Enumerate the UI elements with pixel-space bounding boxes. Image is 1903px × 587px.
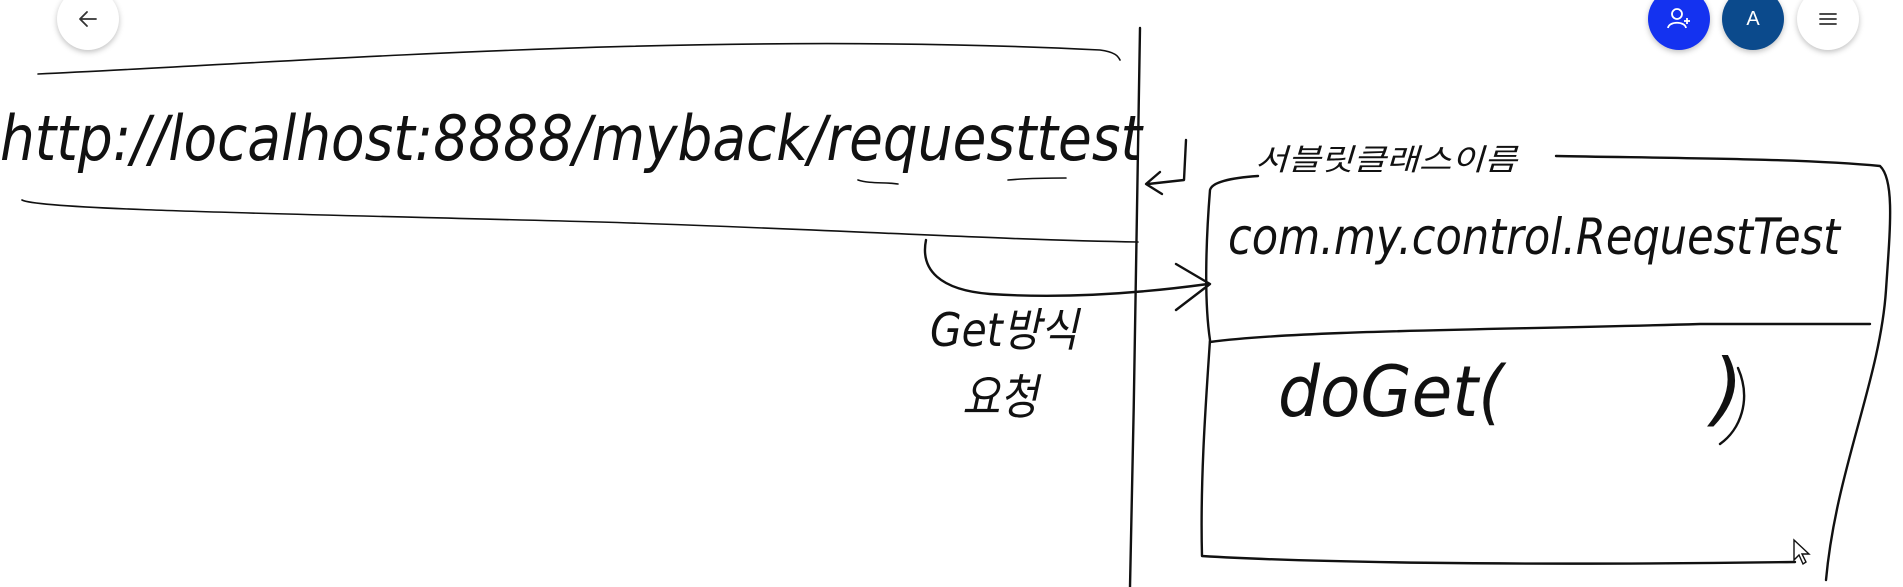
hamburger-menu-icon xyxy=(1816,7,1840,31)
add-person-icon xyxy=(1666,6,1692,32)
class-box-divider xyxy=(1208,322,1872,344)
url-bracket-top xyxy=(37,42,1121,75)
account-initial: A xyxy=(1746,7,1760,30)
class-name-text: com.my.control.RequestTest xyxy=(1228,208,1842,266)
servlet-class-label: 서블릿클래스이름 xyxy=(1255,143,1519,178)
request-label-line1: Get방식 xyxy=(930,303,1081,357)
return-arrow xyxy=(1144,138,1188,196)
cursor-icon xyxy=(1793,538,1811,566)
url-bracket-bottom xyxy=(21,199,1139,243)
method-text: doGet( xyxy=(1278,351,1507,433)
whiteboard-canvas[interactable]: http://localhost:8888/myback/requesttest… xyxy=(0,0,1903,587)
request-label-line2: 요청 xyxy=(962,370,1042,426)
arrow-left-icon xyxy=(76,7,100,31)
underline-test xyxy=(1007,177,1067,181)
underline-request xyxy=(857,179,899,185)
url-text: http://localhost:8888/myback/requesttest xyxy=(0,102,1144,175)
request-arrow xyxy=(923,238,1212,312)
